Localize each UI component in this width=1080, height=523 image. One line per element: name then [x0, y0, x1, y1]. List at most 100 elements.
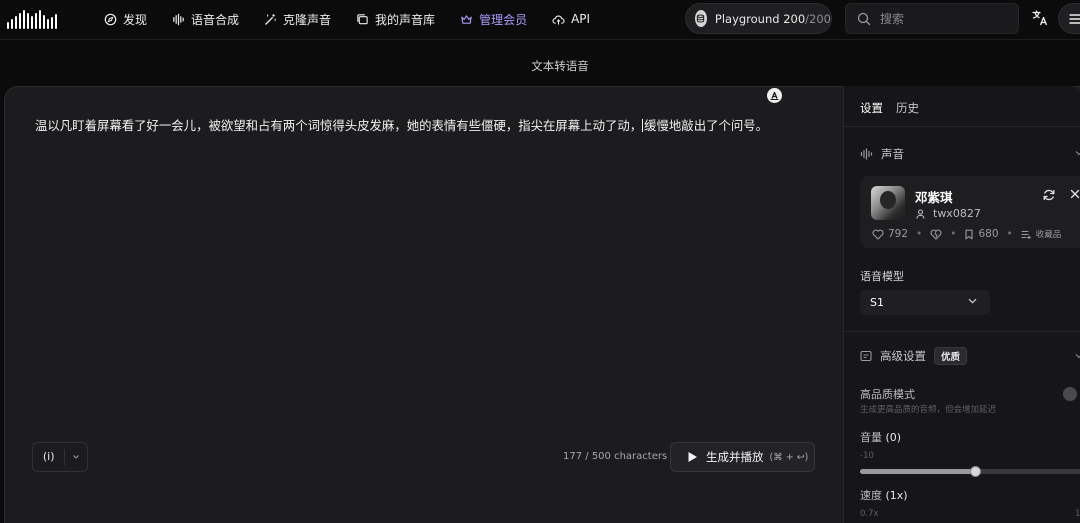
dot-separator: • — [950, 228, 957, 240]
search-input[interactable] — [880, 11, 1000, 26]
hq-mode-toggle[interactable] — [1063, 387, 1077, 401]
editor-assistant-icon[interactable] — [767, 88, 782, 103]
tab-settings[interactable]: 设置 — [860, 100, 883, 116]
language-translate-icon[interactable] — [1031, 9, 1051, 29]
chevron-down-icon — [968, 298, 977, 304]
page-title: 文本转语音 — [531, 59, 589, 73]
model-select[interactable]: S1 — [860, 290, 990, 315]
play-icon — [688, 452, 697, 462]
nav-item-api[interactable]: API — [552, 12, 590, 26]
nav-item-label: 我的声音库 — [375, 12, 436, 27]
advanced-settings-header[interactable]: 高级设置 优质 — [860, 347, 968, 365]
generate-button-label: 生成并播放 — [706, 450, 764, 464]
nav-item-clone-voice[interactable]: 克隆声音 — [264, 11, 331, 28]
compass-icon — [104, 13, 117, 25]
selected-voice-card[interactable]: 邓紫琪 twx0827 792 • • 680 • 收藏品 — [860, 176, 1080, 248]
hq-mode-hint: 生成更高品质的音频，但会增加延迟 — [860, 405, 997, 415]
editor-text-before-caret: 温以凡盯着屏幕看了好一会儿，被欲望和占有两个词惊得头皮发麻，她的表情有些僵硬，指… — [35, 118, 643, 133]
list-add-icon — [1021, 230, 1031, 239]
nav-item-label: API — [571, 12, 591, 26]
model-label: 语音模型 — [860, 270, 904, 283]
emotion-tag-label: (i) — [33, 449, 66, 465]
editor-text-after-caret: 缓慢地敲出了个问号。 — [644, 118, 769, 133]
search-icon — [857, 12, 871, 25]
divider — [844, 126, 1080, 127]
add-to-collection-button[interactable]: 收藏品 — [1021, 228, 1062, 240]
avatar — [871, 186, 905, 220]
playground-quota-button[interactable]: Playground 200/200 — [685, 3, 832, 34]
generate-shortcut-hint: (⌘ + ↩) — [769, 451, 809, 463]
close-icon[interactable] — [1069, 188, 1080, 200]
like-button[interactable] — [930, 229, 942, 240]
search-box[interactable] — [845, 3, 1019, 34]
top-navigation-bar: 发现 语音合成 克隆声音 我的声音库 管理会员 API Playground 2… — [0, 0, 1080, 40]
quality-badge: 优质 — [934, 347, 968, 365]
bookmarks-stat[interactable]: 680 — [964, 228, 999, 240]
menu-button[interactable] — [1058, 3, 1080, 34]
volume-slider-fill — [860, 469, 975, 474]
waveform-icon — [860, 148, 873, 160]
settings-panel: 设置 历史 声音 邓紫琪 twx0827 792 • • 680 • 收藏品 语… — [843, 86, 1080, 523]
voice-stats: 792 • • 680 • 收藏品 — [872, 228, 1061, 240]
waveform-icon — [173, 13, 184, 25]
voice-section-title: 声音 — [881, 147, 904, 161]
nav-item-label: 发现 — [123, 12, 148, 27]
divider — [844, 331, 1080, 332]
nav-item-label: 管理会员 — [479, 12, 528, 27]
speed-label: 速度 (1x) — [860, 487, 908, 503]
volume-value: (0) — [885, 431, 902, 444]
speed-value: (1x) — [885, 489, 908, 502]
hamburger-icon — [1069, 13, 1080, 24]
volume-slider[interactable] — [860, 466, 1080, 477]
volume-label: 音量 (0) — [860, 429, 901, 445]
text-editor[interactable]: 温以凡盯着屏幕看了好一会儿，被欲望和占有两个词惊得头皮发麻，她的表情有些僵硬，指… — [35, 117, 835, 135]
bookmarks-count: 680 — [978, 228, 999, 240]
collect-label: 收藏品 — [1035, 230, 1062, 240]
speed-max: 1 — [1075, 509, 1080, 519]
speed-label-text: 速度 — [860, 489, 882, 502]
nav-item-discover[interactable]: 发现 — [104, 11, 147, 28]
refresh-icon[interactable] — [1042, 188, 1056, 202]
playground-label: Playground — [714, 11, 780, 26]
hq-mode-label: 高品质模式 — [860, 388, 915, 401]
nav-item-label: 克隆声音 — [283, 12, 332, 27]
nav-item-label: 语音合成 — [191, 12, 240, 27]
dot-separator: • — [916, 228, 923, 240]
voice-name: 邓紫琪 — [915, 190, 953, 205]
emotion-tag-dropdown[interactable]: (i) — [32, 442, 88, 472]
likes-count: 792 — [888, 228, 909, 240]
volume-label-text: 音量 — [860, 431, 882, 444]
logo-waveform-icon[interactable] — [7, 9, 61, 29]
heart-icon — [872, 229, 884, 240]
chevron-down-icon[interactable] — [1075, 353, 1080, 359]
database-icon — [695, 10, 707, 27]
heart-crack-icon — [930, 229, 942, 240]
tab-history[interactable]: 历史 — [896, 100, 919, 116]
nav-item-voice-library[interactable]: 我的声音库 — [356, 11, 435, 28]
nav-item-tts[interactable]: 语音合成 — [172, 11, 239, 28]
magic-wand-icon — [265, 13, 276, 25]
main-nav: 发现 语音合成 克隆声音 我的声音库 管理会员 API — [104, 0, 615, 38]
bookmark-icon — [965, 229, 974, 239]
volume-min: -10 — [860, 451, 874, 461]
voice-author[interactable]: twx0827 — [916, 207, 981, 220]
settings-sliders-icon — [860, 350, 872, 362]
speed-min: 0.7x — [860, 509, 879, 519]
crown-icon — [461, 14, 472, 24]
likes-stat[interactable]: 792 — [872, 228, 908, 240]
volume-slider-thumb[interactable] — [970, 466, 981, 477]
user-icon — [916, 208, 925, 219]
cloud-icon — [552, 15, 565, 25]
generate-and-play-button[interactable]: 生成并播放 (⌘ + ↩) — [670, 442, 815, 472]
chevron-down-icon[interactable] — [65, 454, 87, 460]
text-caret — [642, 119, 644, 132]
library-icon — [357, 13, 368, 24]
chevron-down-icon[interactable] — [1075, 150, 1080, 156]
advanced-settings-title: 高级设置 — [880, 349, 926, 363]
voice-section-header[interactable]: 声音 — [860, 146, 904, 162]
playground-total: /200 — [805, 11, 831, 26]
panel-tabs: 设置 历史 — [860, 100, 919, 116]
voice-username: twx0827 — [933, 207, 981, 220]
nav-item-manage-membership[interactable]: 管理会员 — [460, 11, 527, 28]
playground-used: 200 — [783, 11, 806, 26]
